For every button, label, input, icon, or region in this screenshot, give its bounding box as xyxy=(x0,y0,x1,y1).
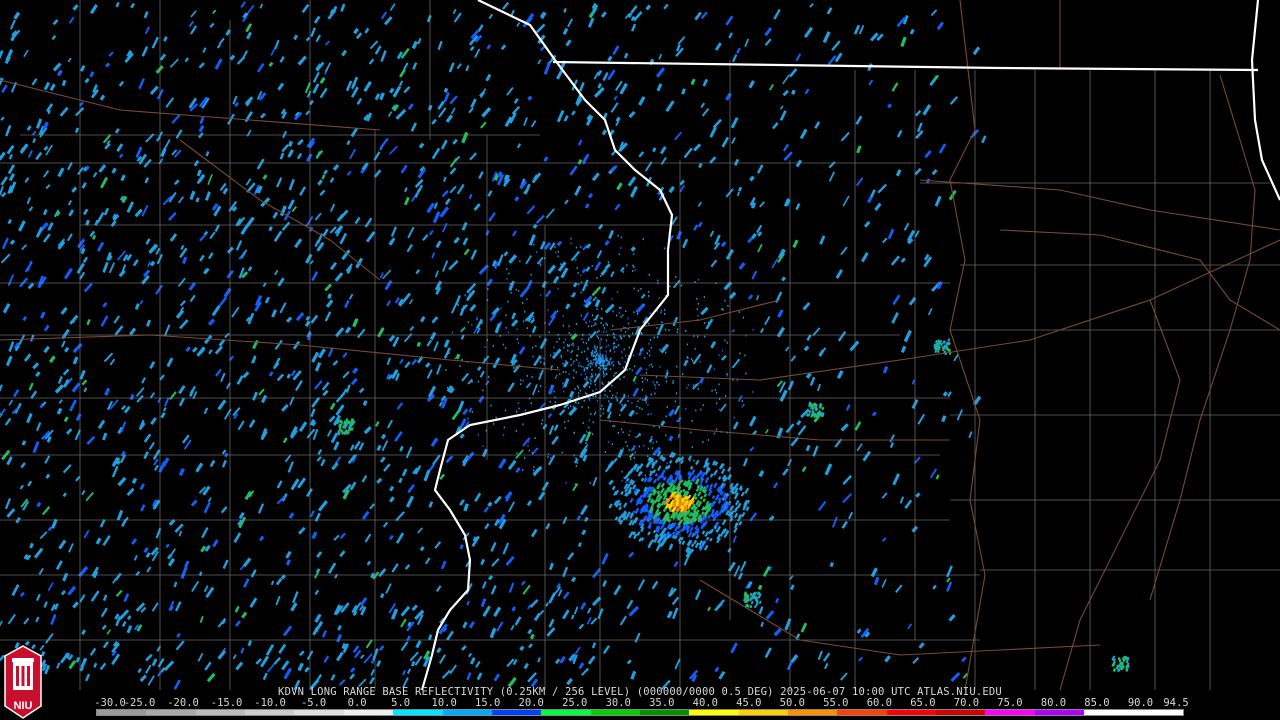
colorbar-segment xyxy=(97,710,147,715)
scale-label: 45.0 xyxy=(736,697,762,709)
scale-label: -10.0 xyxy=(254,697,286,709)
colorbar-segment xyxy=(886,710,937,715)
niu-logo-text: NIU xyxy=(14,700,33,712)
colorbar-segment xyxy=(146,710,196,715)
scale-label: 75.0 xyxy=(997,697,1023,709)
scale-label: 90.0 xyxy=(1127,697,1154,709)
colorbar-segment xyxy=(393,710,443,715)
scale-label: 25.0 xyxy=(562,697,588,709)
scale-label: 5.0 xyxy=(391,697,411,709)
scale-label: -5.0 xyxy=(300,697,327,709)
scale-label: 80.0 xyxy=(1040,697,1067,709)
colorbar-segment xyxy=(294,710,344,715)
colorbar-segment xyxy=(245,710,295,715)
scale-label: 40.0 xyxy=(692,697,718,709)
scale-label: -30.0 xyxy=(94,697,126,709)
colorbar-segment xyxy=(590,710,640,715)
radar-map: NIU xyxy=(0,0,1280,720)
scale-label: 30.0 xyxy=(605,697,631,709)
scale-label: 60.0 xyxy=(866,697,893,709)
scale-label: 55.0 xyxy=(823,697,849,709)
scale-label: 94.5 xyxy=(1163,697,1189,709)
colorbar-segment xyxy=(541,710,591,715)
colorbar-segment xyxy=(788,710,838,715)
colorbar-segment xyxy=(738,710,789,715)
scale-label: 35.0 xyxy=(649,697,675,709)
colorbar-segment xyxy=(985,710,1035,715)
scale-label: -25.0 xyxy=(123,697,156,709)
scale-label: 0.0 xyxy=(347,697,367,709)
scale-label: 10.0 xyxy=(431,697,457,709)
scale-label: 15.0 xyxy=(475,697,501,709)
colorbar-segment xyxy=(837,710,887,715)
colorbar-segment xyxy=(195,710,246,715)
colorbar-segment xyxy=(491,710,542,715)
scale-label: -20.0 xyxy=(167,697,199,709)
colorbar-segment xyxy=(1084,710,1134,715)
scale-label: 20.0 xyxy=(518,697,544,709)
colorbar-segment xyxy=(1034,710,1085,715)
niu-logo: NIU xyxy=(4,645,42,719)
colorbar-segment xyxy=(639,710,690,715)
reflectivity-colorbar xyxy=(96,709,1184,716)
scale-label: 50.0 xyxy=(779,697,805,709)
scale-label: -15.0 xyxy=(210,697,243,709)
colorbar-segment xyxy=(442,710,492,715)
colorbar-segment xyxy=(1133,710,1183,715)
scale-label: 85.0 xyxy=(1084,697,1110,709)
scale-label: 65.0 xyxy=(910,697,936,709)
colorbar-segment xyxy=(689,710,739,715)
reflectivity-scale-labels: -30.0 -25.0 -20.0 -15.0 -10.0 -5.0 0.0 5.0 10.0 1… xyxy=(94,697,1196,709)
scale-label: 70.0 xyxy=(953,697,980,709)
colorbar-segment xyxy=(343,710,394,715)
colorbar-segment xyxy=(936,710,986,715)
